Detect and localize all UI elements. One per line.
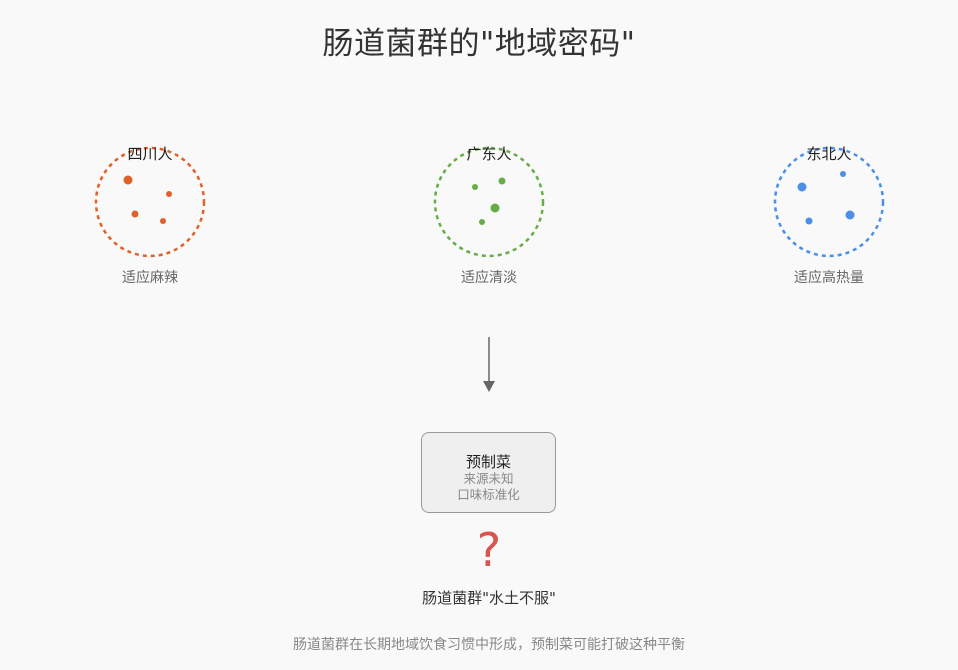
bacteria-dot bbox=[490, 203, 500, 213]
down-arrow-icon bbox=[483, 337, 495, 392]
bacteria-dot bbox=[498, 177, 506, 185]
sichuan-circle-outline bbox=[94, 146, 206, 258]
group-label-dongbei: 东北人 bbox=[806, 145, 852, 163]
bacteria-dot bbox=[805, 217, 813, 225]
bacteria-dot bbox=[123, 175, 133, 185]
result-text: 肠道菌群"水土不服" bbox=[422, 589, 556, 607]
dongbei-circle-outline bbox=[773, 146, 885, 258]
group-desc-sichuan: 适应麻辣 bbox=[122, 270, 178, 286]
premade-food-line1: 来源未知 bbox=[463, 471, 514, 486]
bacteria-dot bbox=[166, 191, 172, 197]
question-mark-icon: ? bbox=[476, 523, 502, 577]
bacteria-dot bbox=[840, 171, 846, 177]
group-label-guangdong: 广东人 bbox=[466, 145, 512, 163]
premade-food-line2: 口味标准化 bbox=[457, 487, 520, 502]
guangdong-circle-outline bbox=[433, 146, 545, 258]
bacteria-dot bbox=[131, 210, 139, 218]
footer-caption: 肠道菌群在长期地域饮食习惯中形成，预制菜可能打破这种平衡 bbox=[293, 637, 685, 653]
bacteria-dot bbox=[797, 182, 807, 192]
bacteria-dot bbox=[845, 210, 855, 220]
bacteria-dot bbox=[160, 218, 166, 224]
bacteria-dot bbox=[472, 184, 478, 190]
group-label-sichuan: 四川人 bbox=[127, 145, 173, 163]
premade-food-box: 预制菜 来源未知 口味标准化 bbox=[421, 432, 556, 513]
bacteria-dot bbox=[479, 219, 485, 225]
premade-food-title: 预制菜 bbox=[465, 453, 511, 471]
group-desc-dongbei: 适应高热量 bbox=[794, 270, 864, 286]
group-desc-guangdong: 适应清淡 bbox=[461, 270, 517, 286]
